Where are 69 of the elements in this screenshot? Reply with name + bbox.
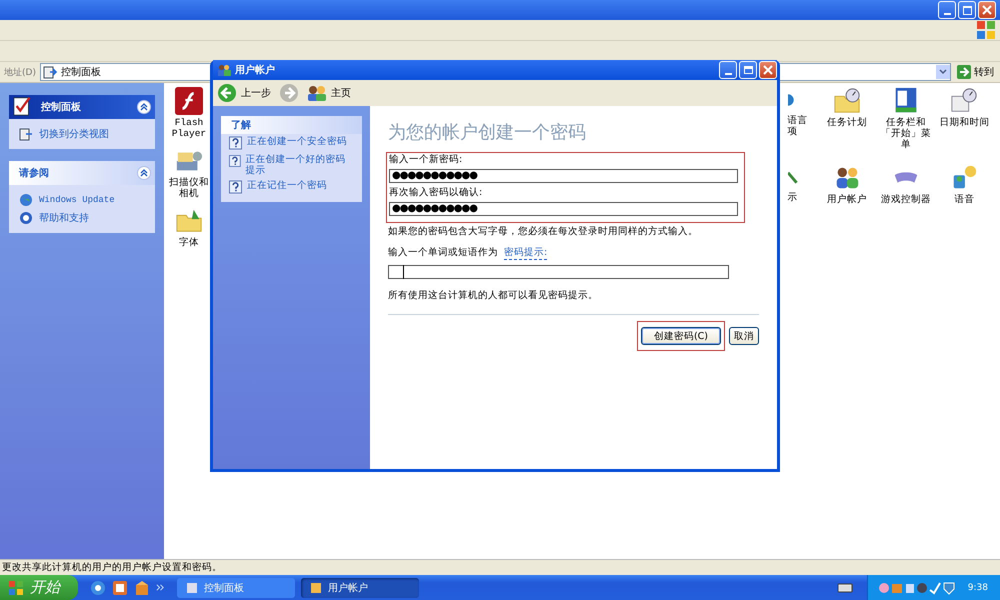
arrow-right-icon xyxy=(957,65,971,79)
users-icon xyxy=(307,85,327,101)
browser-icon[interactable] xyxy=(90,580,106,596)
restore-button[interactable] xyxy=(958,1,976,19)
status-text: 更改共享此计算机的用户的用户帐户设置和密码。 xyxy=(0,559,1000,575)
panel-header[interactable]: 请参阅 xyxy=(9,161,155,185)
overflow-icon[interactable] xyxy=(156,583,165,592)
learn-heading: 了解 xyxy=(221,116,362,134)
panel-header[interactable]: 控制面板 xyxy=(9,95,155,119)
hint-field[interactable] xyxy=(388,265,729,279)
taskbar-button[interactable]: 控制面板 xyxy=(177,578,295,598)
collapse-icon[interactable] xyxy=(137,100,151,114)
password-field[interactable]: ●●●●●●●●●●● xyxy=(389,169,738,183)
field-label: 输入一个新密码: xyxy=(389,153,464,166)
password-field[interactable]: ●●●●●●●●●●● xyxy=(389,202,738,216)
window-icon xyxy=(185,580,199,594)
icon-label[interactable]: 任务计划 xyxy=(827,117,868,128)
task-link[interactable]: Windows Update xyxy=(39,195,115,205)
address-label: 地址(D) xyxy=(4,66,36,78)
icon-label[interactable]: 游戏控制器 xyxy=(880,194,931,205)
chevron-down-icon xyxy=(939,69,947,75)
minimize-button[interactable] xyxy=(938,1,956,19)
dropdown-button[interactable] xyxy=(936,65,950,79)
icon-label[interactable]: 字体 xyxy=(179,237,199,248)
control-panel-icon xyxy=(42,65,57,79)
privacy-note: 所有使用这台计算机的人都可以看见密码提示。 xyxy=(388,289,599,302)
close-button[interactable] xyxy=(759,61,777,79)
folder-clock-icon xyxy=(833,87,862,115)
task-link[interactable]: 切换到分类视图 xyxy=(39,127,109,141)
minimize-button[interactable] xyxy=(719,61,737,79)
close-button[interactable] xyxy=(978,1,996,19)
app-icon[interactable] xyxy=(112,580,128,596)
icon-label[interactable]: 扫描仪和相机 xyxy=(168,177,210,199)
window-title: 用户帐户 xyxy=(235,63,275,77)
windows-logo-icon xyxy=(976,20,996,40)
windows-logo-icon xyxy=(8,580,24,596)
icon-label[interactable]: Flash Player xyxy=(168,117,210,139)
dialog-button[interactable]: 创建密码(C) xyxy=(641,327,721,345)
users-icon xyxy=(217,64,231,76)
icon-label[interactable]: 语音 xyxy=(954,194,974,205)
collapse-icon[interactable] xyxy=(137,166,151,180)
go-button[interactable]: 转到 xyxy=(955,65,996,79)
window-icon xyxy=(309,580,323,594)
task-link[interactable]: 帮助和支持 xyxy=(39,211,89,225)
help-link[interactable]: 正在创建一个好的密码提示 xyxy=(246,154,354,176)
icon-label[interactable]: 任务栏和「开始」菜单 xyxy=(876,117,935,150)
box-icon[interactable] xyxy=(134,580,150,596)
icon-label[interactable]: 日期和时间 xyxy=(939,117,990,128)
help-link[interactable]: 正在记住一个密码 xyxy=(247,180,327,191)
icon-label[interactable]: 语言 项 xyxy=(788,115,808,137)
clock: 9:38 xyxy=(968,582,988,592)
taskbar-button[interactable]: 用户帐户 xyxy=(301,578,419,598)
close-icon xyxy=(982,5,992,15)
flash-icon xyxy=(175,87,203,115)
hint-label: 输入一个单词或短语作为 xyxy=(388,246,498,260)
page-heading: 为您的帐户创建一个密码 xyxy=(388,121,587,144)
maximize-button[interactable] xyxy=(739,61,757,79)
home-button[interactable]: 主页 xyxy=(307,85,351,101)
help-link[interactable]: 正在创建一个安全密码 xyxy=(247,136,347,147)
dialog-button[interactable]: 取消 xyxy=(729,327,759,345)
hint-link[interactable]: 密码提示: xyxy=(504,246,548,260)
icon-label[interactable]: 用户帐户 xyxy=(827,194,868,205)
close-icon xyxy=(763,65,773,75)
back-button[interactable]: 上一步 xyxy=(217,83,271,103)
keyboard-icon[interactable] xyxy=(836,582,853,594)
icon-label[interactable]: 示 xyxy=(788,192,798,203)
caps-note: 如果您的密码包含大写字母，您必须在每次登录时用同样的方式输入。 xyxy=(388,225,699,238)
field-label: 再次输入密码以确认: xyxy=(389,186,484,199)
switch-view-icon xyxy=(19,127,33,141)
